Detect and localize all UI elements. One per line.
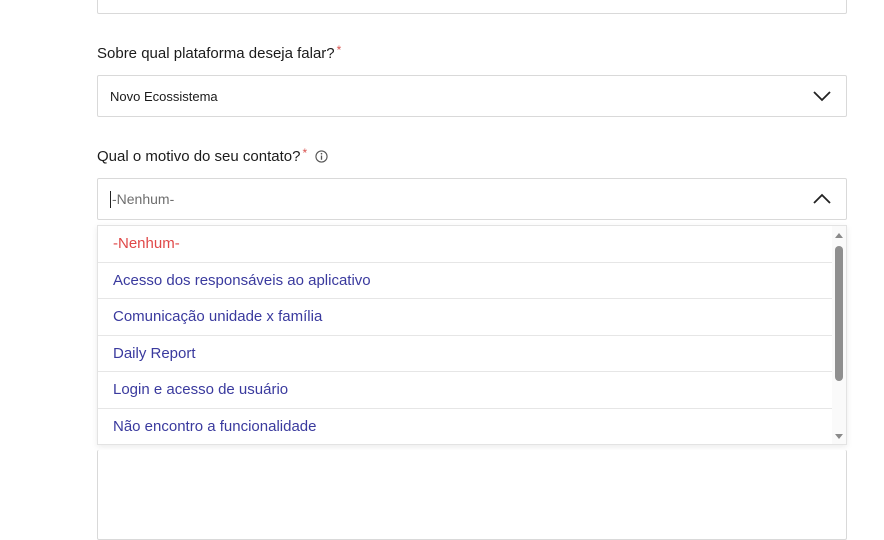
reason-dropdown-list[interactable]: -Nenhum- Acesso dos responsáveis ao apli… [97, 225, 847, 445]
platform-label-text: Sobre qual plataforma deseja falar? [97, 45, 335, 62]
reason-label-text: Qual o motivo do seu contato? [97, 148, 301, 165]
option-nao-encontro-funcionalidade[interactable]: Não encontro a funcionalidade [98, 409, 833, 445]
text-caret [110, 190, 111, 208]
scroll-down-arrow-icon[interactable] [835, 434, 843, 439]
reason-label: Qual o motivo do seu contato? * [97, 145, 328, 165]
required-marker: * [336, 42, 342, 57]
reason-options: -Nenhum- Acesso dos responsáveis ao apli… [98, 226, 833, 445]
dropdown-scrollbar[interactable] [832, 226, 846, 444]
option-daily-report[interactable]: Daily Report [98, 336, 833, 372]
chevron-up-icon[interactable] [812, 193, 832, 205]
option-acesso-responsaveis[interactable]: Acesso dos responsáveis ao aplicativo [98, 263, 833, 299]
reason-placeholder: -Nenhum- [112, 191, 175, 207]
scroll-thumb[interactable] [835, 246, 843, 381]
next-field-box[interactable] [97, 450, 847, 540]
option-none[interactable]: -Nenhum- [98, 226, 833, 263]
reason-select-input[interactable]: -Nenhum- [110, 190, 175, 208]
option-comunicacao-unidade-familia[interactable]: Comunicação unidade x família [98, 299, 833, 336]
platform-select[interactable]: Novo Ecossistema [97, 75, 847, 117]
previous-field-box[interactable] [97, 0, 847, 14]
info-icon[interactable] [315, 150, 328, 163]
reason-select[interactable]: -Nenhum- [97, 178, 847, 220]
option-login-acesso[interactable]: Login e acesso de usuário [98, 372, 833, 409]
required-marker: * [302, 145, 308, 160]
chevron-down-icon[interactable] [812, 90, 832, 102]
platform-label: Sobre qual plataforma deseja falar? * [97, 42, 342, 63]
scroll-up-arrow-icon[interactable] [835, 233, 843, 238]
platform-select-value: Novo Ecossistema [110, 88, 218, 104]
